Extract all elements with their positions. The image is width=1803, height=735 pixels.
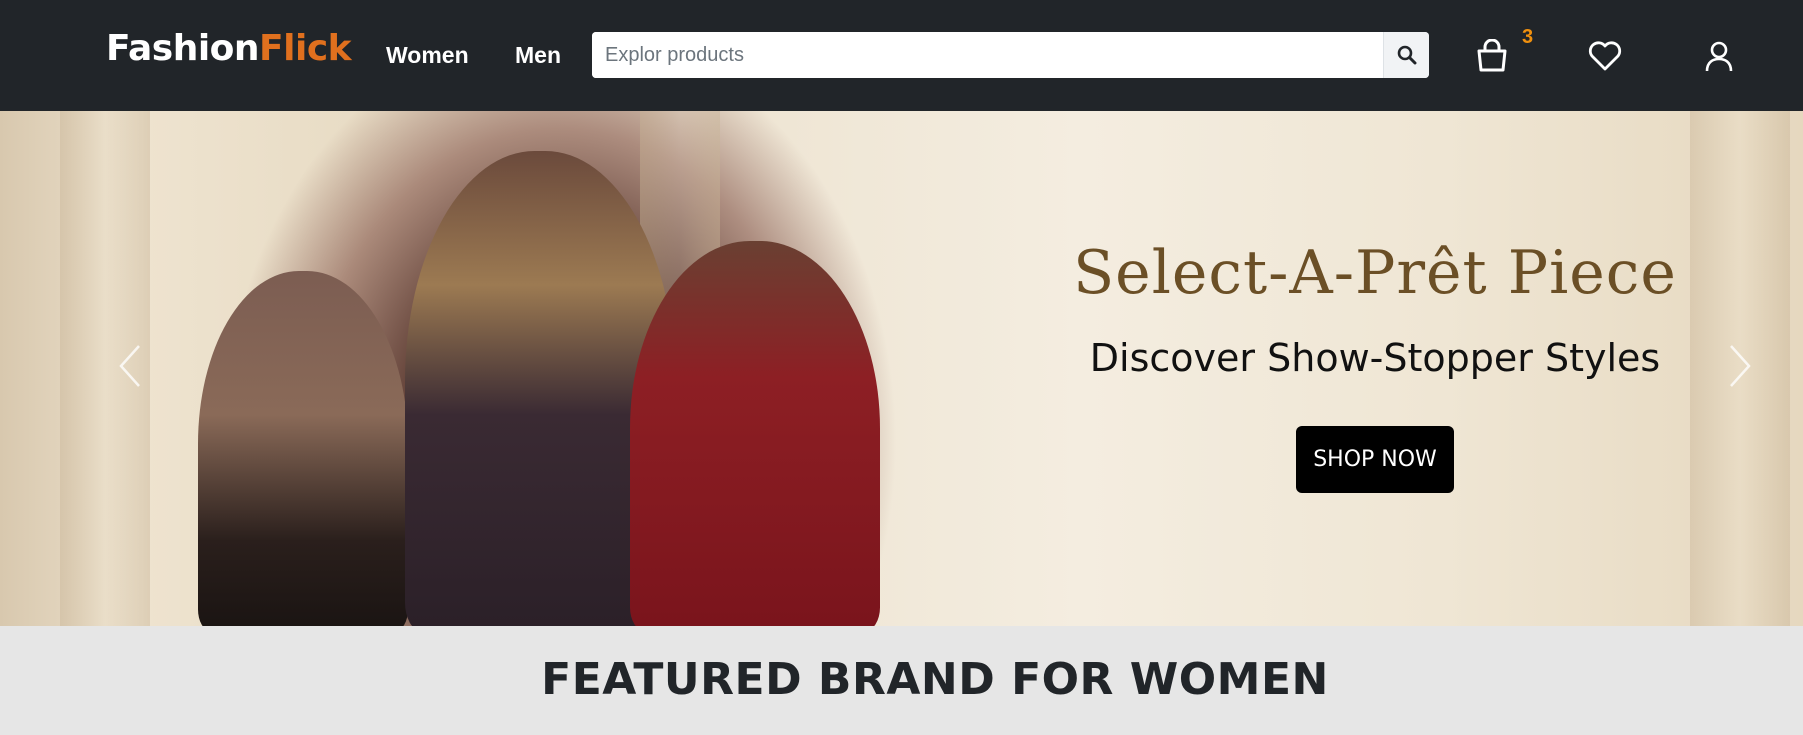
search-input[interactable] (592, 32, 1382, 78)
cart-count-badge: 3 (1522, 26, 1534, 48)
nav-link-men[interactable]: Men (515, 42, 561, 69)
carousel-next-button[interactable] (1720, 336, 1760, 396)
brand-logo-part2: Flick (259, 28, 352, 69)
brand-logo-part1: Fashion (106, 28, 260, 69)
model-woman-left (198, 271, 408, 626)
search-icon (1397, 45, 1416, 65)
shopping-bag-icon (1477, 39, 1507, 72)
search-bar (592, 32, 1429, 78)
wishlist-button[interactable] (1585, 36, 1625, 76)
shop-now-button[interactable]: SHOP NOW (1296, 426, 1454, 493)
account-button[interactable] (1699, 36, 1739, 76)
user-icon (1705, 41, 1733, 72)
hero-models-image (190, 111, 950, 626)
carousel-prev-button[interactable] (110, 336, 150, 396)
top-navbar: FashionFlick Women Men 3 (0, 0, 1803, 111)
hero-subtitle: Discover Show-Stopper Styles (1089, 336, 1661, 380)
nav-link-women[interactable]: Women (386, 42, 469, 69)
brand-logo[interactable]: FashionFlick (106, 28, 352, 69)
chevron-left-icon (119, 345, 140, 387)
search-button[interactable] (1383, 32, 1429, 78)
chevron-right-icon (1730, 345, 1751, 387)
featured-heading: FEATURED BRAND FOR WOMEN (541, 654, 1329, 705)
model-woman-right (630, 241, 880, 626)
cart-button[interactable] (1472, 36, 1512, 76)
featured-brands-section: FEATURED BRAND FOR WOMEN (0, 626, 1803, 735)
hero-carousel: Select-A-Prêt Piece Discover Show-Stoppe… (0, 111, 1803, 626)
heart-icon (1588, 41, 1622, 71)
hero-title: Select-A-Prêt Piece (1073, 238, 1677, 308)
